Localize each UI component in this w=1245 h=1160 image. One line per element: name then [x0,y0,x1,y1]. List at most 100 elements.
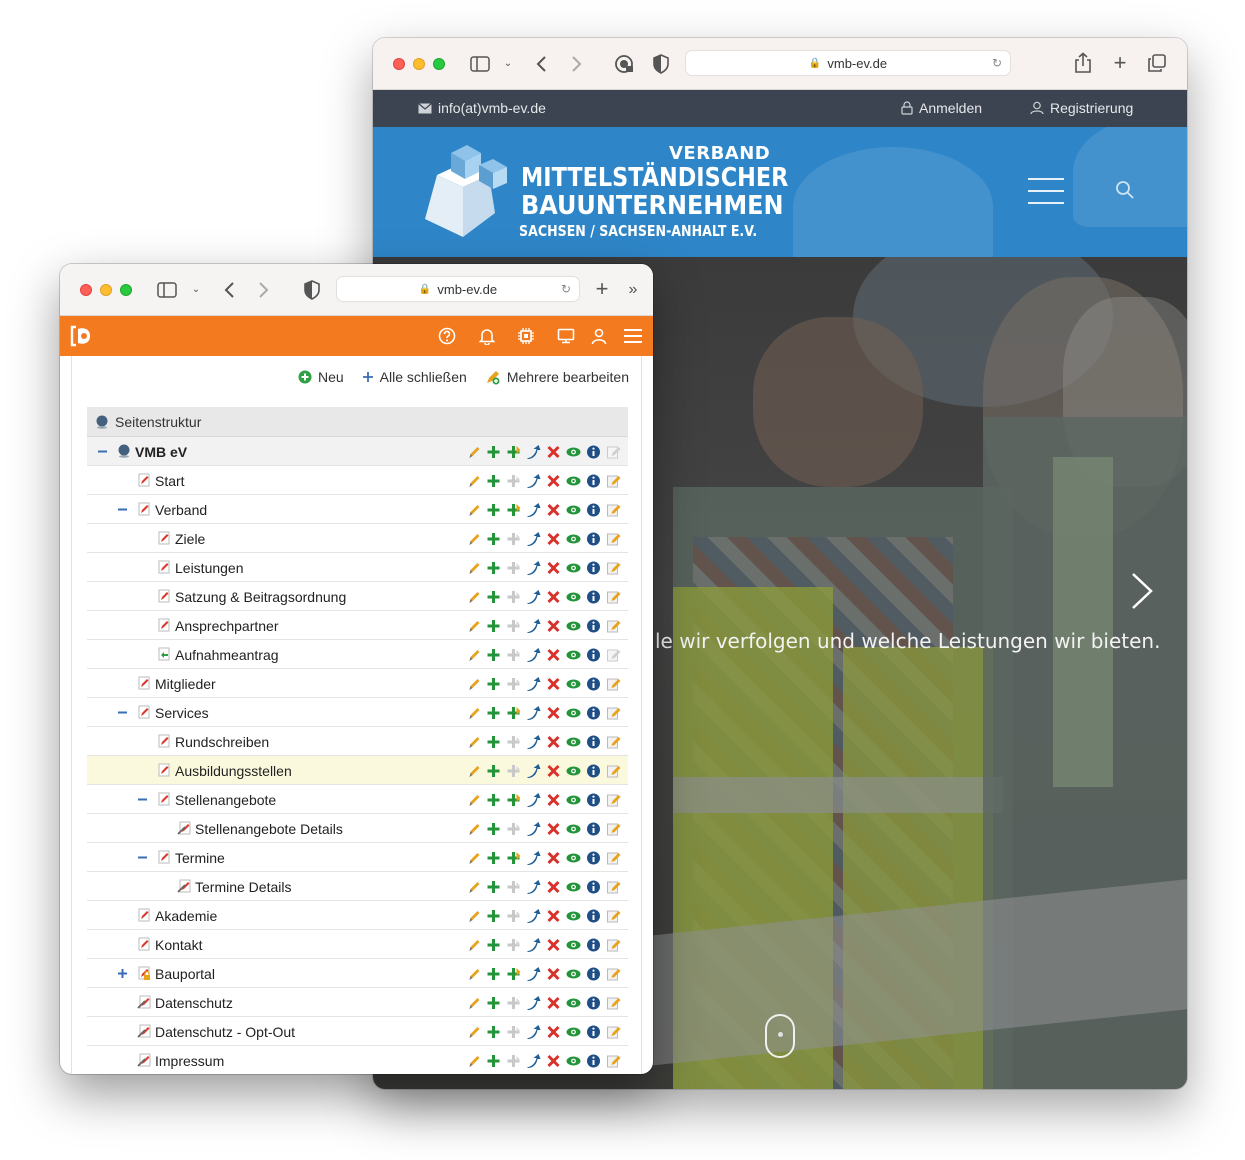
chevron-down-icon[interactable]: ⌄ [502,55,514,73]
add-page-icon[interactable] [485,589,502,605]
page-tree-row[interactable]: VMB eV [87,437,628,466]
move-arrow-icon[interactable] [525,879,542,895]
add-page-icon[interactable] [485,966,502,982]
delete-x-icon[interactable] [545,676,562,692]
add-subpage-icon[interactable] [505,792,522,808]
page-tree-row[interactable]: Termine Details [87,872,628,901]
page-tree-row[interactable]: Kontakt [87,930,628,959]
info-icon[interactable] [585,1053,602,1069]
collapse-toggle-icon[interactable] [117,504,128,515]
toggle-visibility-eye-icon[interactable] [565,966,582,982]
delete-x-icon[interactable] [545,879,562,895]
collapse-all-button[interactable]: Alle schließen [362,369,467,385]
edit-pencil-icon[interactable] [465,763,482,779]
page-tree-row-label[interactable]: Termine [175,850,225,866]
add-page-icon[interactable] [485,444,502,460]
page-tree-row-label[interactable]: Leistungen [175,560,244,576]
add-page-icon[interactable] [485,705,502,721]
move-arrow-icon[interactable] [525,792,542,808]
edit-article-icon[interactable] [605,879,622,895]
toggle-visibility-eye-icon[interactable] [565,763,582,779]
page-tree-row-label[interactable]: Rundschreiben [175,734,269,750]
scroll-mouse-icon[interactable] [765,1014,795,1058]
edit-article-icon[interactable] [605,792,622,808]
page-tree-row[interactable]: Verband [87,495,628,524]
edit-pencil-icon[interactable] [465,821,482,837]
info-icon[interactable] [585,763,602,779]
page-tree-row[interactable]: Datenschutz - Opt-Out [87,1017,628,1046]
main-menu-hamburger-icon[interactable] [622,326,644,346]
add-subpage-disabled-icon[interactable] [505,763,522,779]
page-tree-row-label[interactable]: Termine Details [195,879,291,895]
toggle-visibility-eye-icon[interactable] [565,473,582,489]
toggle-visibility-eye-icon[interactable] [565,647,582,663]
move-arrow-icon[interactable] [525,908,542,924]
edit-article-icon[interactable] [605,1024,622,1040]
slider-next-arrow-icon[interactable] [1129,571,1155,611]
page-tree-row-label[interactable]: Start [155,473,185,489]
page-tree-row[interactable]: Impressum [87,1046,628,1074]
system-chip-icon[interactable] [516,326,536,346]
add-page-icon[interactable] [485,531,502,547]
edit-pencil-icon[interactable] [465,1053,482,1069]
edit-article-icon[interactable] [605,705,622,721]
move-arrow-icon[interactable] [525,966,542,982]
info-icon[interactable] [585,589,602,605]
add-page-icon[interactable] [485,908,502,924]
edit-pencil-icon[interactable] [465,531,482,547]
move-arrow-icon[interactable] [525,647,542,663]
move-arrow-icon[interactable] [525,1053,542,1069]
page-tree-row-label[interactable]: Ausbildungsstellen [175,763,292,779]
edit-pencil-icon[interactable] [465,473,482,489]
edit-article-icon[interactable] [605,908,622,924]
sidebar-toggle-icon[interactable] [470,55,490,73]
edit-pencil-icon[interactable] [465,589,482,605]
page-tree-row[interactable]: Satzung & Beitragsordnung [87,582,628,611]
edit-pencil-icon[interactable] [465,502,482,518]
delete-x-icon[interactable] [545,560,562,576]
forward-arrow-icon[interactable] [256,279,272,301]
add-subpage-disabled-icon[interactable] [505,1053,522,1069]
page-tree-row[interactable]: Ausbildungsstellen [87,756,628,785]
info-icon[interactable] [585,647,602,663]
add-page-icon[interactable] [485,850,502,866]
add-page-icon[interactable] [485,995,502,1011]
add-page-icon[interactable] [485,1024,502,1040]
edit-article-icon[interactable] [605,850,622,866]
page-tree-row[interactable]: Ziele [87,524,628,553]
login-link[interactable]: Anmelden [901,100,982,116]
edit-article-icon[interactable] [605,618,622,634]
add-subpage-disabled-icon[interactable] [505,879,522,895]
info-icon[interactable] [585,444,602,460]
page-tree-row-label[interactable]: Datenschutz [155,995,233,1011]
add-subpage-disabled-icon[interactable] [505,1024,522,1040]
privacy-shield-icon[interactable] [652,53,670,75]
sidebar-toggle-icon[interactable] [157,281,177,299]
page-tree-row[interactable]: Rundschreiben [87,727,628,756]
toggle-visibility-eye-icon[interactable] [565,821,582,837]
expand-toggle-icon[interactable] [117,968,128,979]
page-tree-row[interactable]: Termine [87,843,628,872]
menu-hamburger-icon[interactable] [1028,178,1064,204]
add-page-icon[interactable] [485,734,502,750]
info-icon[interactable] [585,734,602,750]
delete-x-icon[interactable] [545,995,562,1011]
tab-overview-icon[interactable] [1147,53,1167,73]
add-page-icon[interactable] [485,676,502,692]
toggle-visibility-eye-icon[interactable] [565,850,582,866]
email-link[interactable]: info(at)vmb-ev.de [418,100,546,116]
move-arrow-icon[interactable] [525,531,542,547]
delete-x-icon[interactable] [545,937,562,953]
delete-x-icon[interactable] [545,647,562,663]
add-subpage-disabled-icon[interactable] [505,589,522,605]
reload-icon[interactable]: ↻ [992,56,1002,70]
vmb-logo-cube-icon[interactable] [417,145,509,239]
add-page-icon[interactable] [485,763,502,779]
address-bar[interactable]: 🔒 vmb-ev.de ↻ [336,276,580,302]
page-tree-row[interactable]: Services [87,698,628,727]
add-page-icon[interactable] [485,792,502,808]
add-subpage-disabled-icon[interactable] [505,647,522,663]
edit-pencil-icon[interactable] [465,560,482,576]
add-page-icon[interactable] [485,473,502,489]
add-page-icon[interactable] [485,502,502,518]
